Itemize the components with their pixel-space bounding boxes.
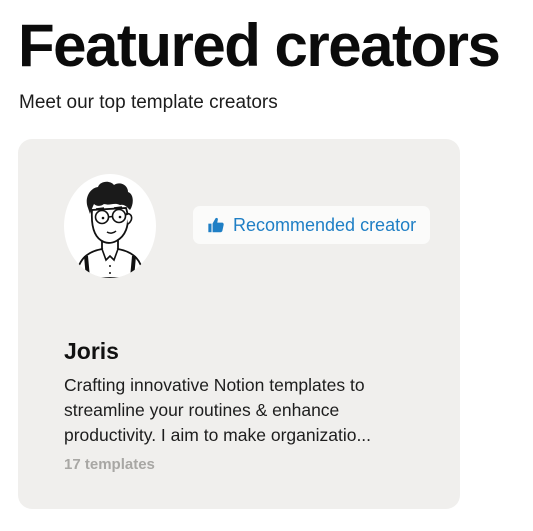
- recommended-creator-badge: Recommended creator: [193, 206, 431, 244]
- person-illustration-icon: [75, 181, 145, 278]
- creator-description: Crafting innovative Notion templates to …: [64, 375, 372, 445]
- template-count: 17 templates: [64, 456, 155, 473]
- badge-label: Recommended creator: [233, 215, 417, 235]
- creator-avatar: [64, 174, 156, 278]
- thumbs-up-icon: [208, 217, 224, 233]
- page-title: Featured creators: [18, 12, 501, 79]
- creator-card[interactable]: Recommended creator Joris Crafting innov…: [18, 139, 460, 509]
- creator-name: Joris: [64, 338, 119, 364]
- page-subtitle: Meet our top template creators: [19, 92, 278, 113]
